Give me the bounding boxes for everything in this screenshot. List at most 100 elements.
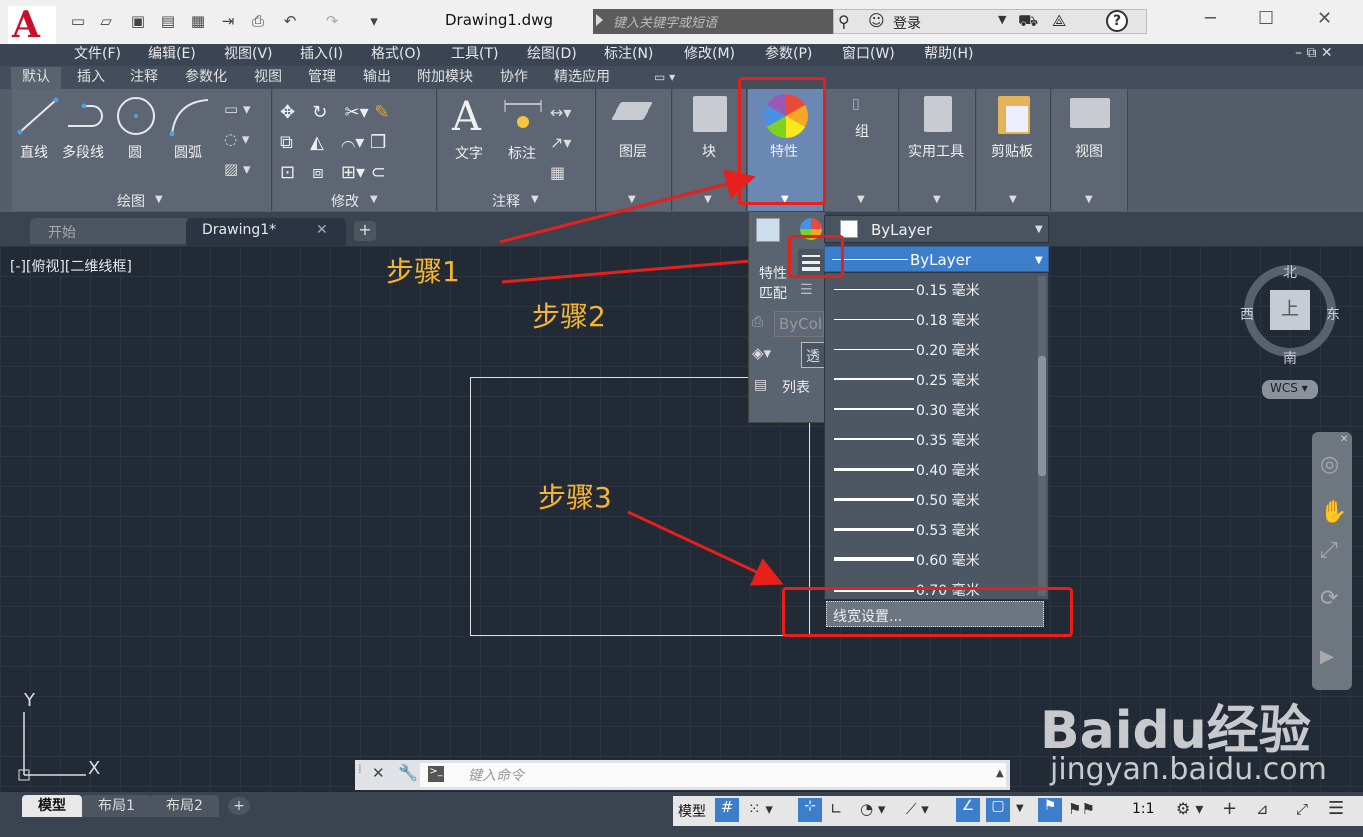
open-folder-icon[interactable]: ▱ (96, 12, 116, 30)
tab-manage[interactable]: 管理 (308, 66, 336, 88)
pan-icon[interactable]: ✋ (1320, 500, 1347, 525)
array-icon[interactable]: ⊞ (341, 162, 356, 183)
login-dropdown-icon[interactable]: ▼ (998, 13, 1006, 26)
menu-window[interactable]: 窗口(W) (842, 44, 895, 64)
command-grip-icon[interactable]: ⁞ (358, 762, 362, 776)
circle-tool-label[interactable]: 圆 (128, 142, 142, 162)
plot-style-icon[interactable]: ⎙ (752, 314, 763, 330)
layout-tab-layout1[interactable]: 布局1 (82, 795, 151, 817)
fullscreen-icon[interactable]: ⤢ (1296, 800, 1308, 818)
group-icon[interactable]: ▯ (852, 96, 860, 112)
compass-south[interactable]: 南 (1283, 348, 1297, 368)
workspace-gear-icon[interactable]: ⚙ ▾ (1176, 799, 1203, 818)
minimize-icon[interactable]: ─ (1205, 8, 1216, 29)
copy-icon[interactable]: ⧉ (280, 132, 293, 153)
match-label-2[interactable]: 匹配 (759, 283, 787, 303)
menu-modify[interactable]: 修改(M) (684, 44, 735, 64)
command-customize-icon[interactable]: 🔧 (398, 763, 418, 782)
zoom-extents-icon[interactable]: ⤢ (1320, 538, 1338, 563)
isodraft-icon[interactable]: ⟋ ▾ (906, 800, 929, 818)
dimension-icon[interactable] (503, 98, 543, 134)
lineweight-option[interactable]: 0.53 毫米 (830, 514, 1020, 544)
doc-window-controls[interactable]: – ⧉ ✕ (1295, 45, 1333, 61)
lineweight-option[interactable]: 0.50 毫米 (830, 484, 1020, 514)
polar-icon[interactable]: ◔ ▾ (860, 800, 885, 818)
line-icon[interactable] (16, 96, 60, 136)
lineweight-scroll-thumb[interactable] (1038, 356, 1046, 476)
infer-constraints-icon[interactable]: ⊹ (798, 798, 822, 822)
color-combo-arrow-icon[interactable]: ▼ (1035, 224, 1043, 235)
menu-help[interactable]: 帮助(H) (924, 44, 973, 64)
compass-west[interactable]: 西 (1240, 304, 1254, 324)
clipboard-tool-label[interactable]: 剪贴板 (991, 141, 1033, 161)
steering-wheel-icon[interactable]: ◎ (1320, 452, 1339, 477)
text-icon[interactable]: A (452, 94, 481, 140)
match-label-1[interactable]: 特性 (759, 263, 787, 283)
object-snap-dropdown-icon[interactable]: ▼ (1016, 803, 1024, 814)
utilities-expand-icon[interactable]: ▼ (933, 194, 941, 205)
compass-east[interactable]: 东 (1326, 304, 1340, 324)
annotation-scale[interactable]: 1:1 (1132, 801, 1155, 817)
tab-parametric[interactable]: 参数化 (185, 66, 227, 88)
dimension-tool-label[interactable]: 标注 (508, 143, 536, 163)
model-space-button[interactable]: 模型 (678, 801, 706, 821)
annotate-panel-expand-icon[interactable]: ▼ (531, 194, 539, 205)
modify-panel-expand-icon[interactable]: ▼ (370, 194, 378, 205)
groups-expand-icon[interactable]: ▼ (857, 194, 865, 205)
undo-icon[interactable]: ↶ (280, 12, 300, 30)
utilities-tool-label[interactable]: 实用工具 (908, 141, 964, 161)
isolate-objects-icon[interactable]: ⊿ (1256, 800, 1269, 818)
menu-dimension[interactable]: 标注(N) (604, 44, 653, 64)
circle-icon[interactable] (114, 96, 158, 136)
menu-view[interactable]: 视图(V) (224, 44, 273, 64)
menu-draw[interactable]: 绘图(D) (527, 44, 577, 64)
line-tool-label[interactable]: 直线 (20, 142, 48, 162)
tab-default[interactable]: 默认 (22, 66, 50, 88)
lineweight-option[interactable]: 0.40 毫米 (830, 454, 1020, 484)
command-close-icon[interactable]: ✕ (372, 764, 385, 782)
viewport-controls[interactable]: [-][俯视][二维线框] (10, 256, 132, 276)
clipboard-expand-icon[interactable]: ▼ (1009, 194, 1017, 205)
lineweight-option[interactable]: 0.18 毫米 (830, 304, 1020, 334)
lineweight-option[interactable]: 0.25 毫米 (830, 364, 1020, 394)
viewcube-top-face[interactable]: 上 (1270, 290, 1310, 330)
cart-icon[interactable]: ⛟ (1018, 11, 1038, 32)
mirror-icon[interactable]: ◭ (310, 132, 324, 153)
lineweight-option[interactable]: 0.30 毫米 (830, 394, 1020, 424)
erase-icon[interactable]: ✎ (374, 102, 389, 123)
transparency-icon[interactable]: ◈▾ (752, 344, 771, 362)
snap-icon[interactable]: ⁙ ▾ (748, 800, 773, 818)
save-as-icon[interactable]: ▤ (158, 12, 178, 30)
app-logo-icon[interactable]: A (8, 4, 56, 46)
command-history-icon[interactable]: ▲ (996, 768, 1004, 779)
polyline-tool-label[interactable]: 多段线 (62, 142, 104, 162)
block-icon[interactable] (693, 96, 727, 132)
hatch-icon[interactable]: ▨ ▾ (224, 160, 250, 178)
view-expand-icon[interactable]: ▼ (1085, 194, 1093, 205)
view-icon[interactable] (1070, 98, 1110, 128)
menu-file[interactable]: 文件(F) (74, 44, 121, 64)
tab-close-icon[interactable]: ✕ (316, 222, 328, 238)
menu-parametric[interactable]: 参数(P) (765, 44, 812, 64)
block-expand-icon[interactable]: ▼ (704, 194, 712, 205)
move-icon[interactable]: ✥ (280, 102, 295, 123)
scale-icon[interactable]: ⧈ (312, 162, 323, 183)
layout-tab-layout2[interactable]: 布局2 (150, 795, 219, 817)
command-input[interactable]: 键入命令 (420, 763, 1006, 787)
a360-icon[interactable]: ⟁ (1052, 11, 1066, 31)
search-expand-icon[interactable] (596, 14, 603, 26)
calculator-icon[interactable] (924, 96, 952, 132)
plus-icon[interactable]: + (1222, 798, 1237, 819)
view-tool-label[interactable]: 视图 (1075, 141, 1103, 161)
rectangle-icon[interactable]: ▭ ▾ (224, 100, 250, 118)
tab-view[interactable]: 视图 (254, 66, 282, 88)
list-icon[interactable]: ▤ (754, 377, 767, 393)
grid-icon[interactable]: # (715, 798, 739, 822)
tab-annotate[interactable]: 注释 (130, 66, 158, 88)
login-button[interactable]: 登录 (893, 13, 921, 33)
save-icon[interactable]: ▣ (128, 12, 148, 30)
search-input[interactable]: 键入关键字或短语 (593, 9, 833, 34)
trim-icon[interactable]: ✂ (345, 102, 360, 123)
auto-scale-icon[interactable]: ⚑⚑ (1068, 800, 1095, 818)
rotate-icon[interactable]: ↻ (312, 102, 327, 123)
